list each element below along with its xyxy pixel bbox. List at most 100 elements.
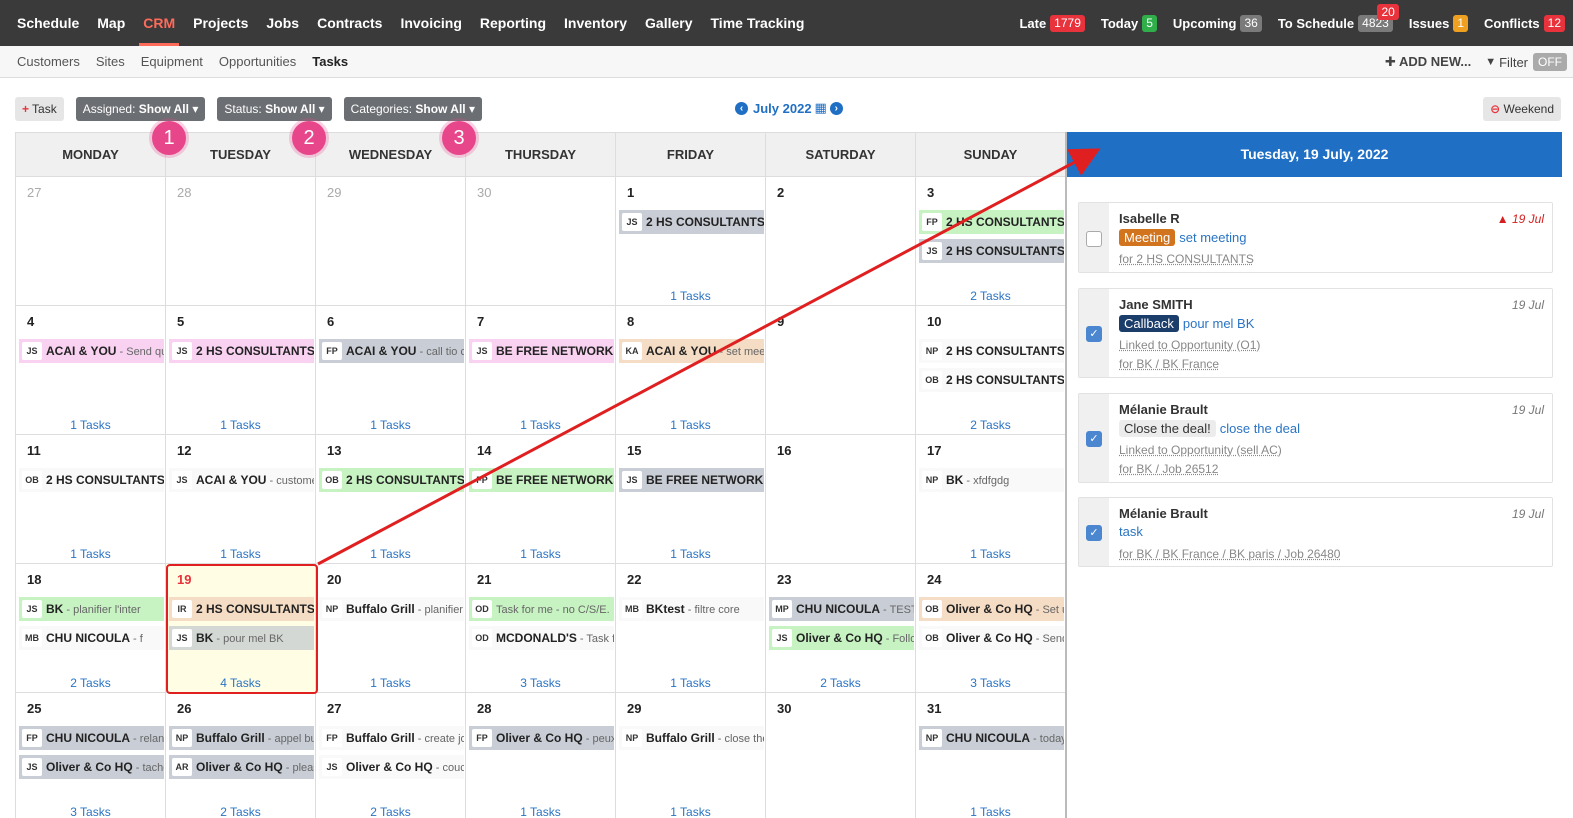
task-item[interactable]: FPBE FREE NETWORKS - (469, 468, 614, 492)
task-item[interactable]: OD MCDONALD'S - Task f (469, 626, 614, 650)
task-count-link[interactable]: 2 Tasks (316, 805, 465, 818)
calendar-day[interactable]: 27 FP Buffalo Grill - create jo JS Oliver & … (315, 693, 465, 818)
next-month-icon[interactable]: › (829, 101, 843, 115)
nav-item-reporting[interactable]: Reporting (480, 0, 546, 46)
task-title-link[interactable]: close the deal (1220, 421, 1300, 436)
nav-item-invoicing[interactable]: Invoicing (400, 0, 461, 46)
checkbox[interactable] (1086, 230, 1102, 247)
calendar-day[interactable]: 11 OB 2 HS CONSULTANTS 1 Tasks (15, 435, 165, 563)
task-item[interactable]: AR Oliver & Co HQ - pleas (169, 755, 314, 779)
task-item[interactable]: JS Oliver & Co HQ - Follo (769, 626, 914, 650)
task-item[interactable]: OB Oliver & Co HQ - Send (919, 626, 1064, 650)
calendar-day[interactable]: 7JSBE FREE NETWORKS -1 Tasks (465, 306, 615, 434)
task-item[interactable]: OB 2 HS CONSULTANTS (19, 468, 164, 492)
nav-item-projects[interactable]: Projects (193, 0, 248, 46)
nav-item-inventory[interactable]: Inventory (564, 0, 627, 46)
task-card[interactable]: Isabelle R ▲ 19 Jul Meeting set meeting for … (1078, 202, 1553, 273)
tab-tasks[interactable]: Tasks (312, 54, 348, 69)
task-item[interactable]: JS 2 HS CONSULTANTS (169, 339, 314, 363)
tab-customers[interactable]: Customers (17, 54, 80, 69)
checked-checkbox[interactable]: ✓ (1086, 431, 1102, 447)
task-title-link[interactable]: task (1119, 524, 1143, 539)
task-item[interactable]: FP CHU NICOULA - relanc (19, 726, 164, 750)
calendar-day[interactable]: 6 FP ACAI & YOU - call tio c 1 Tasks (315, 306, 465, 434)
task-item[interactable]: FP2 HS CONSULTANTS - (919, 210, 1064, 234)
task-item[interactable]: NP Buffalo Grill - appel bu (169, 726, 314, 750)
add-new-button[interactable]: ✚ ADD NEW... (1385, 54, 1471, 70)
task-item[interactable]: OD Task for me - no C/S/E. (469, 597, 614, 621)
task-count-link[interactable]: 1 Tasks (316, 418, 465, 432)
task-item[interactable]: MB BKtest - filtre core (619, 597, 764, 621)
nav-item-contracts[interactable]: Contracts (317, 0, 382, 46)
task-meta-link[interactable]: for 2 HS CONSULTANTS (1119, 252, 1254, 266)
calendar-day[interactable]: 25 FP CHU NICOULA - relanc JS Oliver & Co HQ… (15, 693, 165, 818)
tab-equipment[interactable]: Equipment (141, 54, 203, 69)
calendar-day[interactable]: 29 (315, 177, 465, 305)
checked-checkbox[interactable]: ✓ (1086, 525, 1102, 541)
calendar-day[interactable]: 1JS2 HS CONSULTANTS -1 Tasks (615, 177, 765, 305)
calendar-day[interactable]: 13 OB 2 HS CONSULTANTS 1 Tasks (315, 435, 465, 563)
calendar-day[interactable]: 2 (765, 177, 915, 305)
counter-conflicts[interactable]: Conflicts 12 (1484, 14, 1565, 32)
task-item[interactable]: JS ACAI & YOU - Send qu (19, 339, 164, 363)
task-count-link[interactable]: 1 Tasks (316, 676, 465, 690)
calendar-day[interactable]: 21 OD Task for me - no C/S/E. OD MCDONALD'S … (465, 564, 615, 692)
calendar-icon[interactable]: ▦ (815, 100, 827, 116)
nav-item-gallery[interactable]: Gallery (645, 0, 692, 46)
task-count-link[interactable]: 2 Tasks (766, 676, 915, 690)
tab-sites[interactable]: Sites (96, 54, 125, 69)
task-count-link[interactable]: 2 Tasks (16, 676, 165, 690)
task-item[interactable]: FP Buffalo Grill - create jo (319, 726, 464, 750)
nav-item-schedule[interactable]: Schedule (17, 0, 79, 46)
calendar-day[interactable]: 5 JS 2 HS CONSULTANTS 1 Tasks (165, 306, 315, 434)
task-count-link[interactable]: 1 Tasks (166, 547, 315, 561)
task-count-link[interactable]: 3 Tasks (916, 676, 1065, 690)
calendar-day[interactable]: 24 OB Oliver & Co HQ - Set u OB Oliver & Co … (915, 564, 1065, 692)
calendar-day[interactable]: 17 NP BK - xfdfgdg 1 Tasks (915, 435, 1065, 563)
task-item[interactable]: JS ACAI & YOU - custome (169, 468, 314, 492)
task-item[interactable]: OB 2 HS CONSULTANTS (319, 468, 464, 492)
nav-item-time-tracking[interactable]: Time Tracking (711, 0, 805, 46)
calendar-day[interactable]: 12 JS ACAI & YOU - custome 1 Tasks (165, 435, 315, 563)
calendar-day[interactable]: 30 (765, 693, 915, 818)
task-item[interactable]: NP Buffalo Grill - planifier (319, 597, 464, 621)
task-item[interactable]: JS Oliver & Co HQ - tache (19, 755, 164, 779)
task-card[interactable]: ✓ Jane SMITH 19 Jul Callback pour mel BK Link… (1078, 288, 1553, 378)
task-count-link[interactable]: 1 Tasks (616, 805, 765, 818)
calendar-day[interactable]: 27 (15, 177, 165, 305)
tab-opportunities[interactable]: Opportunities (219, 54, 296, 69)
nav-item-crm[interactable]: CRM (139, 0, 180, 46)
calendar-day[interactable]: 16 (765, 435, 915, 563)
task-count-link[interactable]: 2 Tasks (916, 418, 1065, 432)
task-item[interactable]: MB CHU NICOULA - f (19, 626, 164, 650)
task-count-link[interactable]: 1 Tasks (916, 547, 1065, 561)
task-count-link[interactable]: 2 Tasks (916, 289, 1065, 303)
add-task-button[interactable]: + Task (15, 97, 64, 121)
task-title-link[interactable]: pour mel BK (1183, 316, 1255, 331)
task-item[interactable]: NP2 HS CONSULTANTS - (919, 339, 1064, 363)
task-meta-link[interactable]: for BK / BK France (1119, 357, 1219, 371)
task-count-link[interactable]: 3 Tasks (466, 676, 615, 690)
calendar-day[interactable]: 15JSBE FREE NETWORKS -1 Tasks (615, 435, 765, 563)
task-count-link[interactable]: 1 Tasks (616, 289, 765, 303)
task-count-link[interactable]: 1 Tasks (916, 805, 1065, 818)
task-item[interactable]: NP CHU NICOULA - today (919, 726, 1064, 750)
previous-month-icon[interactable]: ‹ (735, 101, 748, 115)
task-count-link[interactable]: 1 Tasks (316, 547, 465, 561)
task-item[interactable]: NP Buffalo Grill - close the (619, 726, 764, 750)
calendar-day[interactable]: 23 MP CHU NICOULA - TEST JS Oliver & Co HQ -… (765, 564, 915, 692)
task-count-link[interactable]: 1 Tasks (466, 547, 615, 561)
calendar-day[interactable]: 31 NP CHU NICOULA - today 1 Tasks (915, 693, 1065, 818)
task-item[interactable]: OB2 HS CONSULTANTS - (919, 368, 1064, 392)
calendar-day[interactable]: 14FPBE FREE NETWORKS -1 Tasks (465, 435, 615, 563)
calendar-day[interactable]: 28 FP Oliver & Co HQ - peux- 1 Tasks (465, 693, 615, 818)
calendar-day[interactable]: 30 (465, 177, 615, 305)
counter-issues[interactable]: Issues 1 (1409, 14, 1469, 32)
task-item[interactable]: JSBE FREE NETWORKS - (619, 468, 764, 492)
calendar-day[interactable]: 28 (165, 177, 315, 305)
calendar-day[interactable]: 4 JS ACAI & YOU - Send qu 1 Tasks (15, 306, 165, 434)
task-count-link[interactable]: 1 Tasks (16, 547, 165, 561)
status-filter-dropdown[interactable]: Status: Show All ▾ (217, 97, 332, 121)
task-title-link[interactable]: set meeting (1179, 230, 1246, 245)
task-item[interactable]: JSBE FREE NETWORKS - (469, 339, 614, 363)
